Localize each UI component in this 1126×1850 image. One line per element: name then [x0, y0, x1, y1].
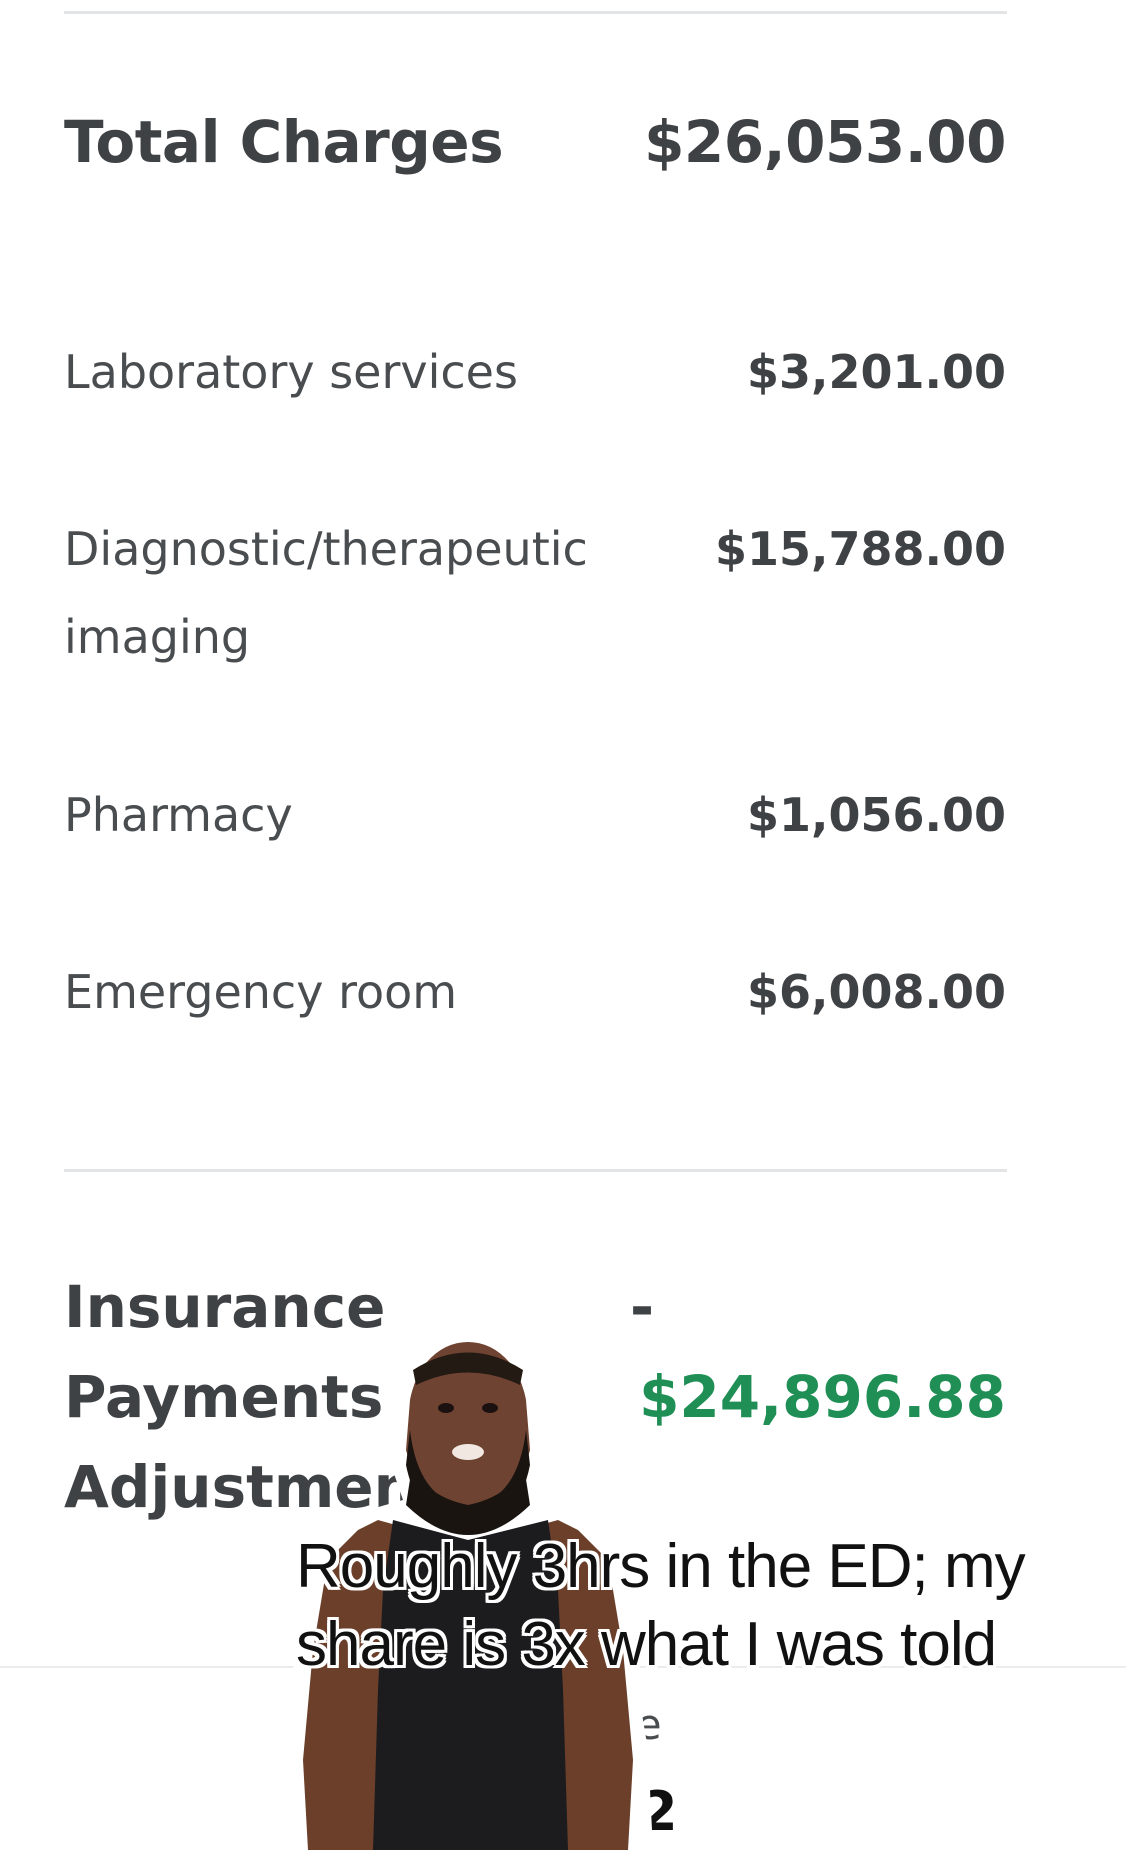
caption-line-1: Roughly 3hrs in the ED; my — [296, 1532, 1026, 1601]
charge-value-pharmacy: $1,056.00 — [747, 788, 1006, 842]
section-divider — [64, 1169, 1007, 1172]
charge-label-imaging: Diagnostic/therapeutic imaging — [64, 522, 588, 664]
top-divider — [64, 11, 1007, 14]
insurance-value: $24,896.88 — [639, 1363, 1006, 1431]
caption-line-2: share is 3x what I was told — [296, 1610, 997, 1679]
charge-value-imaging: $15,788.00 — [714, 522, 1006, 576]
charge-label-pharmacy: Pharmacy — [64, 788, 293, 842]
charge-value-emergency: $6,008.00 — [747, 965, 1006, 1019]
charge-value-laboratory: $3,201.00 — [747, 345, 1006, 399]
total-charges-label: Total Charges — [64, 108, 504, 176]
total-charges-value: $26,053.00 — [644, 108, 1006, 176]
charge-label-laboratory: Laboratory services — [64, 345, 518, 399]
charge-label-emergency: Emergency room — [64, 965, 458, 1019]
overlay-caption: Roughly 3hrs in the ED; my share is 3x w… — [296, 1528, 1106, 1684]
